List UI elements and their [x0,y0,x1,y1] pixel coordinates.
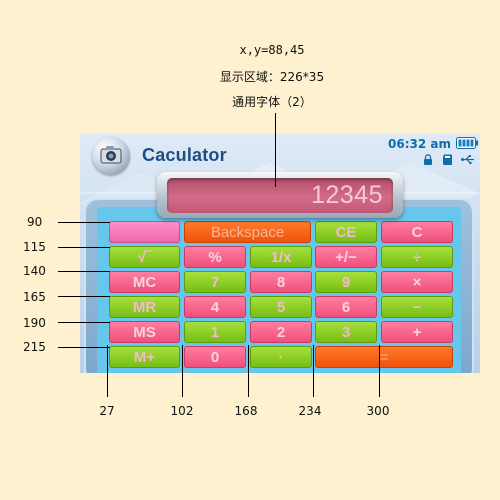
col-guide-300 [379,345,380,397]
ms-key[interactable]: MS [109,321,180,343]
row-guide-115 [58,247,110,248]
digit-7-key[interactable]: 7 [184,271,246,293]
multiply-key[interactable]: × [381,271,453,293]
row-guide-215 [58,347,110,348]
col-label-102: 102 [170,404,194,418]
equals-key[interactable]: = [315,346,453,368]
mr-key[interactable]: MR [109,296,180,318]
font-annotation: 通用字体（2） [232,95,312,109]
col-guide-168 [248,345,249,397]
clear-key[interactable]: C [381,221,453,243]
sqrt-key[interactable]: √‾ [109,246,180,268]
display-area: 12345 [167,178,393,213]
row-guide-140 [58,271,110,272]
col-label-168: 168 [234,404,258,418]
row-label-190: 190 [23,316,46,330]
app-title: Caculator [142,145,227,165]
font-guide-line [275,113,276,187]
divide-key[interactable]: ÷ [381,246,453,268]
digit-6-key[interactable]: 6 [315,296,377,318]
lock-icon [424,154,432,165]
col-guide-27 [107,345,108,397]
col-guide-234 [313,345,314,397]
digit-4-key[interactable]: 4 [184,296,246,318]
reciprocal-key[interactable]: 1/x [250,246,312,268]
col-label-300: 300 [366,404,390,418]
m-plus-key[interactable]: M+ [109,346,180,368]
row-label-115: 115 [23,240,46,254]
digit-5-key[interactable]: 5 [250,296,312,318]
row-guide-165 [58,296,110,297]
digit-8-key[interactable]: 8 [250,271,312,293]
digit-3-key[interactable]: 3 [315,321,377,343]
digit-1-key[interactable]: 1 [184,321,246,343]
blank-key[interactable] [109,221,180,243]
col-guide-102 [182,345,183,397]
camera-icon[interactable] [92,137,130,175]
display-value: 12345 [310,181,383,209]
usb-icon [461,155,474,165]
col-label-234: 234 [298,404,322,418]
device-screen: Caculator 06:32 am Backspace CE C √‾ % 1… [80,133,480,373]
backspace-key[interactable]: Backspace [184,221,311,243]
keypad-frame: Backspace CE C √‾ % 1/x +/− ÷ MC 7 8 9 ×… [84,198,474,373]
row-label-90: 90 [27,215,43,229]
negate-key[interactable]: +/− [315,246,377,268]
coords-annotation: x,y=88,45 [239,43,305,57]
row-guide-90 [58,222,110,223]
row-label-165: 165 [23,290,46,304]
row-guide-190 [58,322,110,323]
ce-key[interactable]: CE [315,221,377,243]
display-size-annotation: 显示区域：226*35 [219,70,325,84]
battery-icon [456,137,478,149]
status-time: 06:32 am [388,137,451,151]
row-label-215: 215 [23,340,46,354]
col-label-27: 27 [99,404,115,418]
subtract-key[interactable]: − [381,296,453,318]
percent-key[interactable]: % [184,246,246,268]
keypad: Backspace CE C √‾ % 1/x +/− ÷ MC 7 8 9 ×… [97,207,461,373]
decimal-key[interactable]: · [250,346,312,368]
add-key[interactable]: + [381,321,453,343]
row-label-140: 140 [23,264,46,278]
digit-2-key[interactable]: 2 [250,321,312,343]
memory-card-icon [443,154,452,165]
digit-9-key[interactable]: 9 [315,271,377,293]
mc-key[interactable]: MC [109,271,180,293]
display-panel: 12345 [157,172,403,218]
digit-0-key[interactable]: 0 [184,346,246,368]
